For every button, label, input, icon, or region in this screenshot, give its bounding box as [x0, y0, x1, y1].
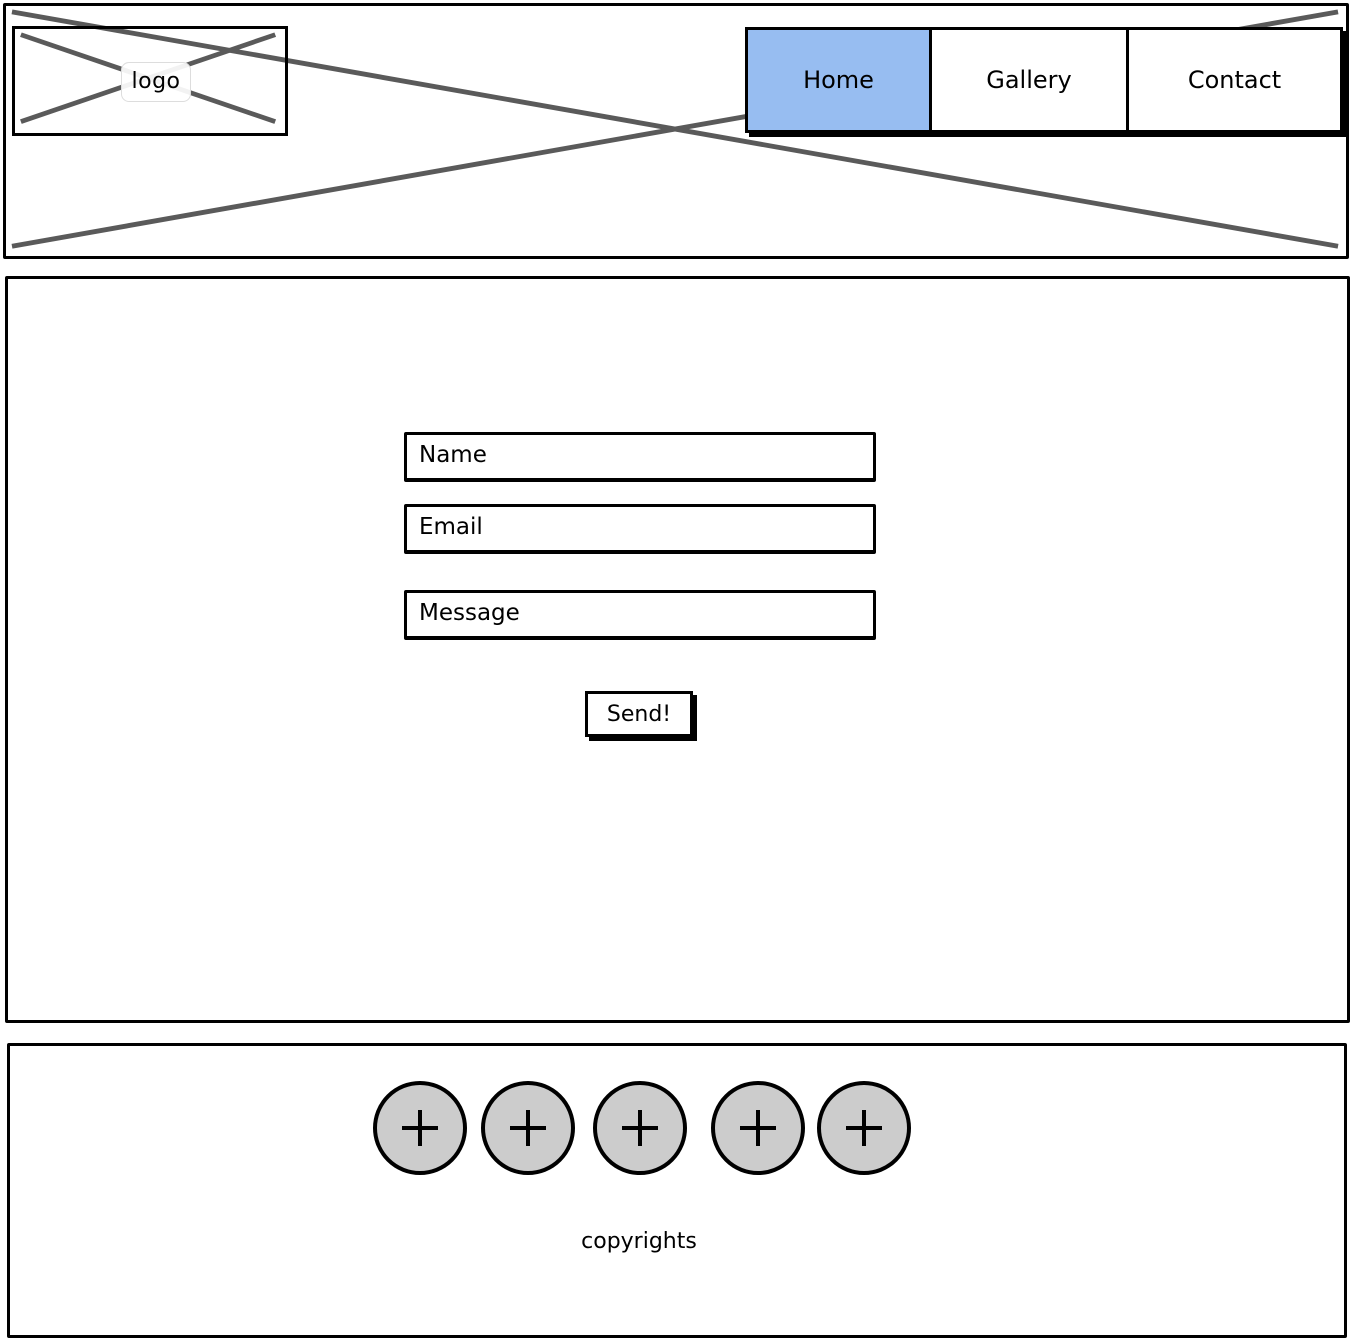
social-button-1[interactable] [373, 1081, 467, 1175]
plus-icon [846, 1110, 882, 1146]
nav-item-contact[interactable]: Contact [1126, 30, 1340, 130]
header-placeholder-image: logo Home Gallery Contact [3, 3, 1349, 259]
social-button-5[interactable] [817, 1081, 911, 1175]
social-button-3[interactable] [593, 1081, 687, 1175]
name-field[interactable] [404, 432, 876, 482]
main-nav: Home Gallery Contact [745, 27, 1343, 133]
logo[interactable]: logo [12, 26, 288, 136]
nav-item-gallery[interactable]: Gallery [929, 30, 1126, 130]
social-button-4[interactable] [711, 1081, 805, 1175]
copyright-text: copyrights [581, 1229, 697, 1254]
plus-icon [622, 1110, 658, 1146]
logo-label: logo [121, 62, 191, 102]
footer: copyrights [7, 1043, 1347, 1338]
contact-section: Send! [5, 276, 1350, 1023]
message-field[interactable] [404, 590, 876, 640]
nav-item-home[interactable]: Home [748, 30, 929, 130]
email-field[interactable] [404, 504, 876, 554]
plus-icon [740, 1110, 776, 1146]
plus-icon [510, 1110, 546, 1146]
social-button-2[interactable] [481, 1081, 575, 1175]
plus-icon [402, 1110, 438, 1146]
send-button[interactable]: Send! [585, 691, 693, 737]
